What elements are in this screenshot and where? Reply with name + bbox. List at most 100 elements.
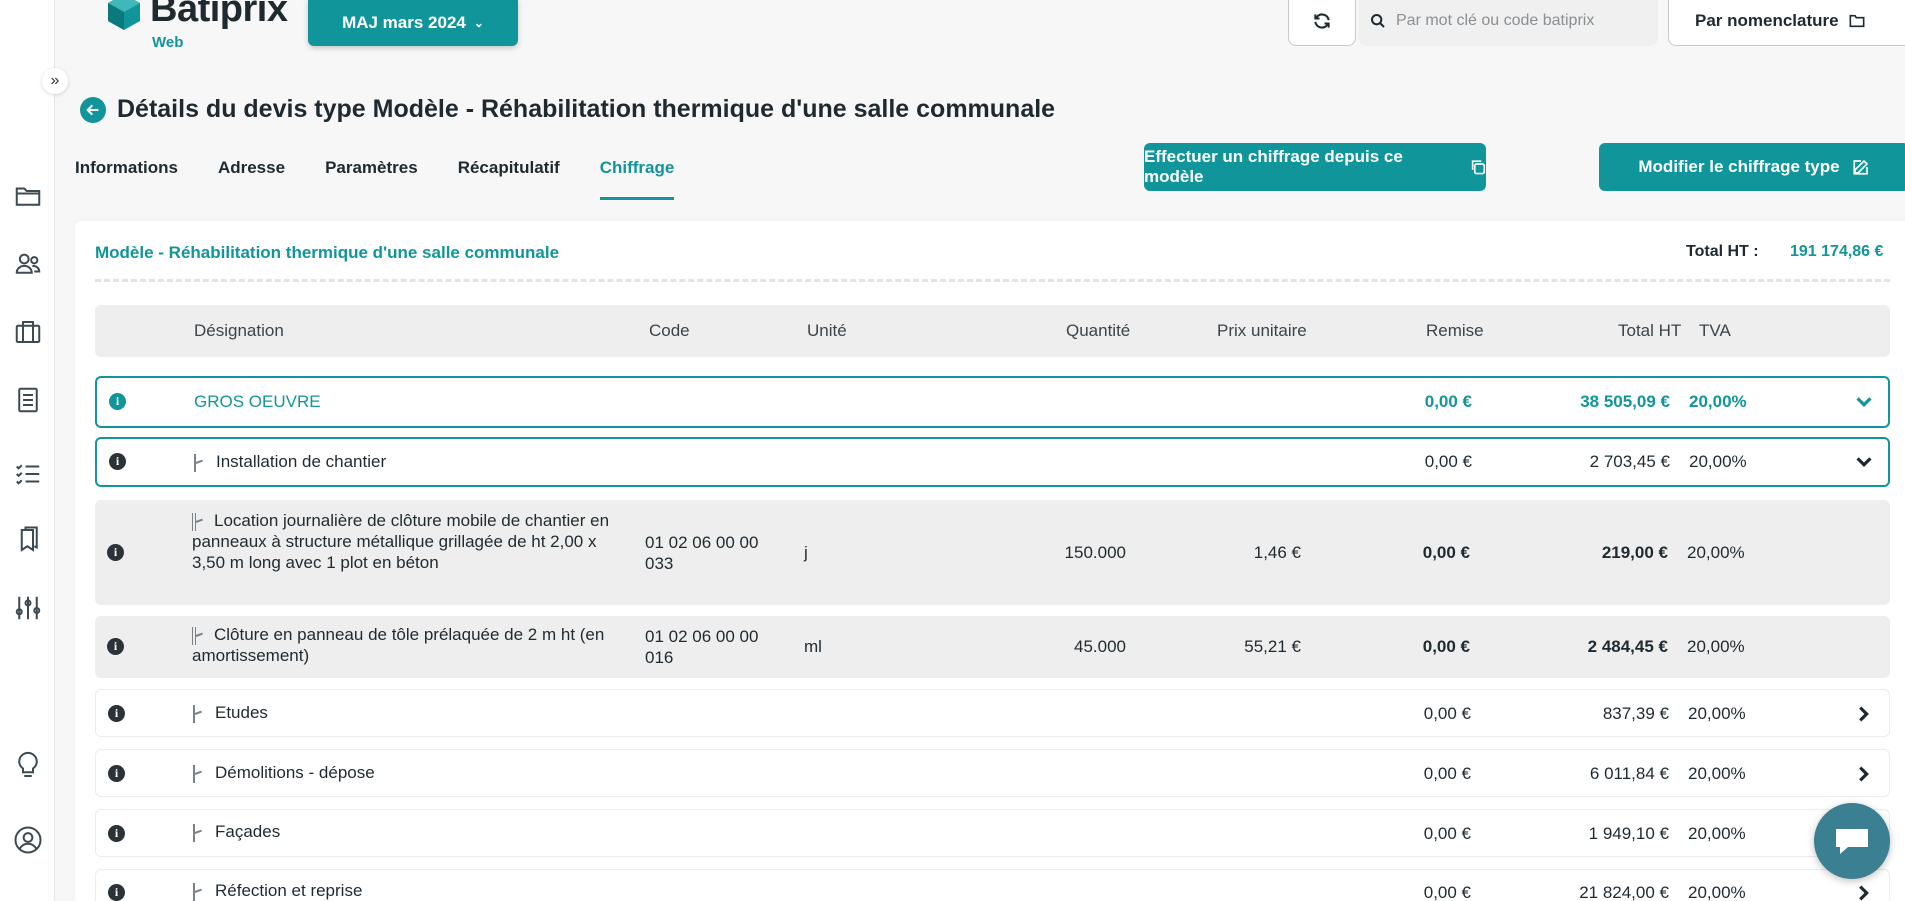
col-total-ht: Total HT bbox=[1618, 321, 1682, 340]
sidebar bbox=[0, 0, 55, 901]
table-row-subsection[interactable]: i Façades 0,00 € 1 949,10 € 20,00% bbox=[95, 809, 1890, 857]
chevron-down-icon: ⌄ bbox=[473, 16, 484, 30]
modify-chiffrage-button[interactable]: Modifier le chiffrage type bbox=[1599, 143, 1905, 191]
row-designation: Etudes bbox=[193, 703, 268, 723]
row-tva: 20,00% bbox=[1689, 452, 1747, 471]
table-row-item[interactable]: i Location journalière de clôture mobile… bbox=[95, 500, 1890, 605]
row-designation: GROS OEUVRE bbox=[194, 392, 321, 411]
row-designation: Façades bbox=[193, 822, 280, 842]
row-tva: 20,00% bbox=[1687, 637, 1745, 656]
row-total: 1 949,10 € bbox=[1588, 824, 1669, 843]
table-row-section[interactable]: i GROS OEUVRE 0,00 € 38 505,09 € 20,00% bbox=[95, 376, 1890, 428]
refresh-icon bbox=[1314, 13, 1330, 29]
col-prix-unitaire: Prix unitaire bbox=[1217, 321, 1307, 340]
modify-button-label: Modifier le chiffrage type bbox=[1638, 157, 1840, 176]
table-row-item[interactable]: i Clôture en panneau de tôle prélaquée d… bbox=[95, 616, 1890, 678]
briefcase-icon[interactable] bbox=[12, 316, 44, 348]
logo-sub: Web bbox=[152, 34, 184, 51]
table-row-subsection[interactable]: i Etudes 0,00 € 837,39 € 20,00% bbox=[95, 689, 1890, 737]
row-designation: Clôture en panneau de tôle prélaquée de … bbox=[192, 625, 605, 665]
info-icon[interactable]: i bbox=[107, 638, 124, 655]
row-tva: 20,00% bbox=[1688, 883, 1746, 901]
tree-branch-icon bbox=[193, 823, 205, 842]
table-header: Désignation Code Unité Quantité Prix uni… bbox=[95, 305, 1890, 357]
row-remise: 0,00 € bbox=[1423, 704, 1471, 723]
tab-bar: Informations Adresse Paramètres Récapitu… bbox=[75, 158, 714, 200]
row-tva: 20,00% bbox=[1689, 392, 1747, 411]
tree-branch-icon bbox=[192, 626, 204, 645]
expand-sidebar-icon[interactable]: » bbox=[42, 68, 68, 94]
sliders-icon[interactable] bbox=[12, 592, 44, 624]
copy-icon bbox=[1471, 160, 1485, 175]
tab-parametres[interactable]: Paramètres bbox=[325, 158, 418, 200]
table-row-subsection[interactable]: i Réfection et reprise 0,00 € 21 824,00 … bbox=[95, 869, 1890, 901]
maj-label: MAJ mars 2024 bbox=[342, 13, 466, 32]
nomenclature-button[interactable]: Par nomenclature bbox=[1668, 0, 1905, 46]
account-icon[interactable] bbox=[12, 824, 44, 856]
bookmarks-icon[interactable] bbox=[12, 524, 44, 556]
chiffrage-card: Modèle - Réhabilitation thermique d'une … bbox=[75, 221, 1905, 901]
tree-branch-icon bbox=[193, 882, 205, 901]
row-quantite: 45.000 bbox=[1074, 637, 1126, 656]
tab-chiffrage[interactable]: Chiffrage bbox=[599, 158, 674, 200]
lightbulb-icon[interactable] bbox=[12, 750, 44, 782]
row-remise: 0,00 € bbox=[1424, 392, 1472, 411]
info-icon[interactable]: i bbox=[107, 544, 124, 561]
info-icon[interactable]: i bbox=[108, 765, 125, 782]
card-title: Modèle - Réhabilitation thermique d'une … bbox=[95, 243, 560, 262]
tab-recapitulatif[interactable]: Récapitulatif bbox=[458, 158, 560, 200]
page-title: Détails du devis type Modèle - Réhabilit… bbox=[117, 95, 1056, 123]
row-unite: j bbox=[804, 543, 808, 562]
tree-branch-icon bbox=[194, 453, 206, 472]
info-icon[interactable]: i bbox=[109, 453, 126, 470]
folder-icon[interactable] bbox=[12, 180, 44, 212]
row-tva: 20,00% bbox=[1688, 764, 1746, 783]
row-code: 01 02 06 00 00 016 bbox=[645, 627, 759, 667]
checklist-icon[interactable] bbox=[12, 458, 44, 490]
cube-logo-icon bbox=[108, 0, 140, 30]
logo-text: Batiprix bbox=[150, 0, 288, 30]
row-tva: 20,00% bbox=[1687, 543, 1745, 562]
tab-adresse[interactable]: Adresse bbox=[218, 158, 285, 200]
info-icon[interactable]: i bbox=[108, 884, 125, 901]
chevron-right-icon[interactable] bbox=[1852, 882, 1874, 901]
maj-dropdown-button[interactable]: MAJ mars 2024 ⌄ bbox=[308, 0, 518, 46]
row-remise: 0,00 € bbox=[1422, 543, 1470, 562]
col-code: Code bbox=[649, 321, 690, 340]
batiprix-logo[interactable]: Batiprix Web bbox=[104, 0, 304, 52]
chevron-down-icon[interactable] bbox=[1853, 391, 1875, 413]
row-total: 38 505,09 € bbox=[1580, 392, 1670, 411]
chevron-right-icon[interactable] bbox=[1852, 763, 1874, 785]
table-row-subsection[interactable]: i Installation de chantier 0,00 € 2 703,… bbox=[95, 437, 1890, 487]
chat-button[interactable] bbox=[1814, 803, 1890, 879]
info-icon[interactable]: i bbox=[108, 825, 125, 842]
col-tva: TVA bbox=[1699, 321, 1731, 340]
chevron-down-icon[interactable] bbox=[1853, 451, 1875, 473]
col-remise: Remise bbox=[1426, 321, 1484, 340]
row-designation: Location journalière de clôture mobile d… bbox=[192, 511, 610, 572]
row-total: 2 703,45 € bbox=[1589, 452, 1670, 471]
row-designation: Démolitions - dépose bbox=[193, 763, 375, 783]
row-remise: 0,00 € bbox=[1423, 764, 1471, 783]
row-tva: 20,00% bbox=[1688, 704, 1746, 723]
total-ht-label: Total HT : bbox=[1686, 243, 1759, 260]
users-icon[interactable] bbox=[12, 248, 44, 280]
search-icon bbox=[1371, 13, 1385, 28]
row-total: 2 484,45 € bbox=[1587, 637, 1668, 656]
refresh-button[interactable] bbox=[1288, 0, 1356, 46]
col-unite: Unité bbox=[807, 321, 847, 340]
document-icon[interactable] bbox=[12, 384, 44, 416]
info-icon[interactable]: i bbox=[109, 393, 126, 410]
search-bar bbox=[1358, 0, 1658, 46]
chiffrage-from-model-button[interactable]: Effectuer un chiffrage depuis ce modèle bbox=[1144, 143, 1486, 191]
info-icon[interactable]: i bbox=[108, 705, 125, 722]
tree-branch-icon bbox=[193, 764, 205, 783]
table-row-subsection[interactable]: i Démolitions - dépose 0,00 € 6 011,84 €… bbox=[95, 749, 1890, 797]
chevron-right-icon[interactable] bbox=[1852, 703, 1874, 725]
row-total: 219,00 € bbox=[1601, 543, 1668, 562]
search-input[interactable] bbox=[1396, 12, 1646, 30]
tab-informations[interactable]: Informations bbox=[75, 158, 178, 200]
tree-branch-icon bbox=[192, 512, 204, 531]
row-remise: 0,00 € bbox=[1423, 883, 1471, 901]
back-arrow-icon[interactable] bbox=[80, 97, 106, 123]
